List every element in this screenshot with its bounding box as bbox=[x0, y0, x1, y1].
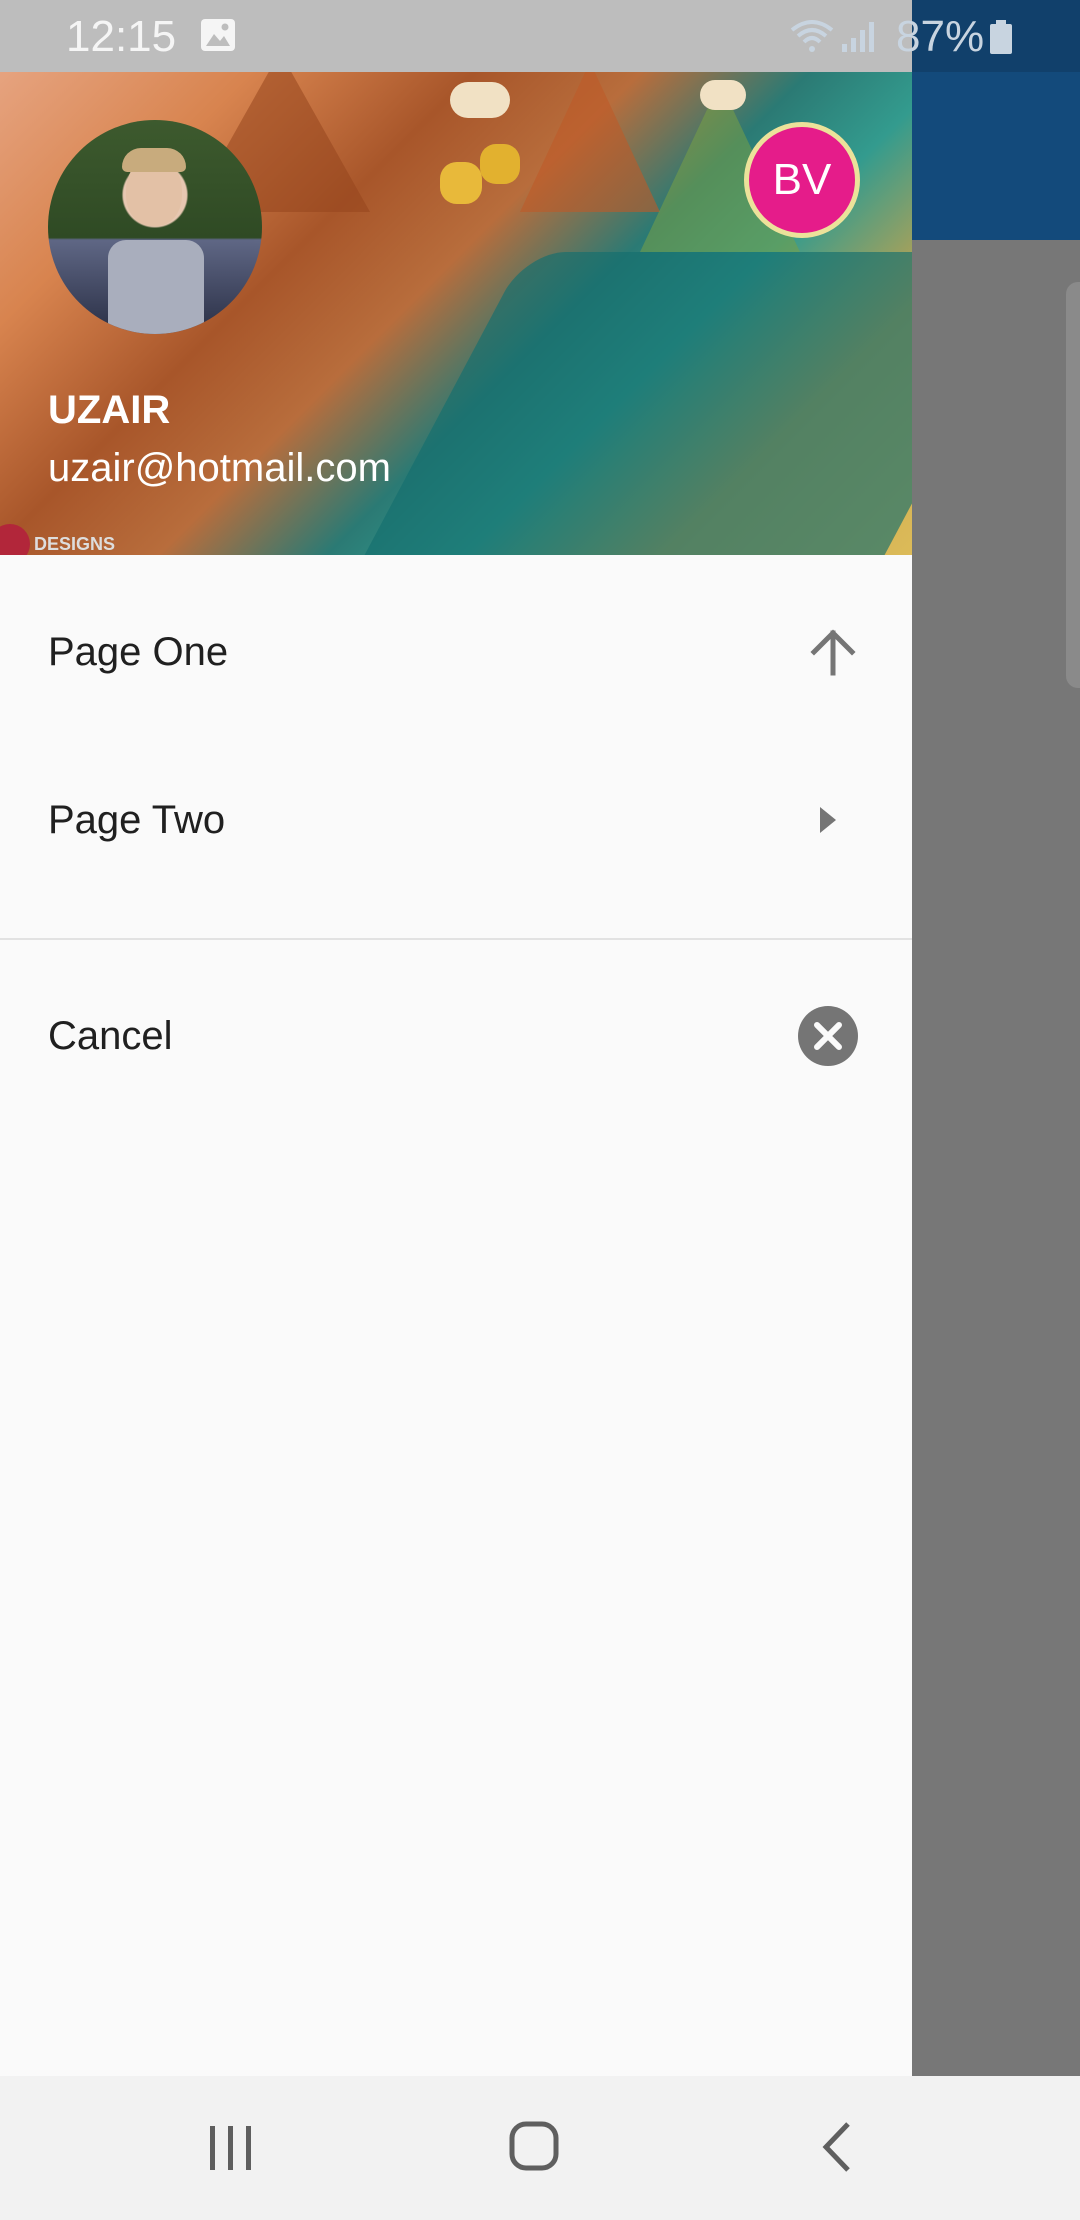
watermark-logo bbox=[0, 524, 30, 555]
menu-item-label: Page One bbox=[48, 629, 229, 674]
status-bar: 12:15 bbox=[0, 0, 912, 72]
battery-percentage: 87% bbox=[896, 12, 985, 61]
back-icon[interactable] bbox=[818, 2120, 854, 2174]
header-background-cloud bbox=[700, 80, 746, 110]
header-background-river bbox=[334, 252, 912, 555]
image-notification-icon bbox=[201, 19, 235, 51]
menu-item-page-one[interactable]: Page One bbox=[0, 568, 912, 736]
watermark-text: DESIGNS bbox=[34, 534, 116, 554]
other-account-avatar[interactable]: BV bbox=[744, 122, 860, 238]
avatar-hair bbox=[122, 148, 186, 172]
status-time: 12:15 bbox=[66, 12, 177, 61]
other-account-initials: BV bbox=[772, 155, 832, 204]
battery-icon bbox=[990, 20, 1012, 54]
cancel-icon bbox=[798, 1006, 858, 1066]
signal-icon bbox=[842, 22, 874, 52]
account-avatar[interactable] bbox=[48, 120, 262, 334]
drawer-header: BV UZAIR uzair@hotmail.com DESIGNS bbox=[0, 72, 912, 555]
header-background-cloud bbox=[450, 82, 510, 118]
menu-item-cancel[interactable]: Cancel bbox=[0, 952, 912, 1120]
menu-item-page-two[interactable]: Page Two bbox=[0, 736, 912, 904]
avatar-shirt bbox=[108, 240, 204, 334]
menu-item-label: Page Two bbox=[48, 797, 226, 842]
menu-item-label: Cancel bbox=[48, 1013, 173, 1058]
arrow-right-icon bbox=[820, 807, 836, 833]
home-icon[interactable] bbox=[508, 2120, 560, 2172]
system-nav-bar bbox=[0, 2076, 1080, 2220]
recents-icon[interactable] bbox=[206, 2122, 256, 2174]
account-email: uzair@hotmail.com bbox=[48, 446, 391, 490]
header-background-rock bbox=[480, 144, 520, 184]
header-background-rock bbox=[440, 162, 482, 204]
background-card bbox=[1066, 282, 1080, 688]
navigation-drawer: BV UZAIR uzair@hotmail.com DESIGNS Page … bbox=[0, 72, 912, 2076]
menu-divider bbox=[0, 938, 912, 940]
account-name: UZAIR bbox=[48, 388, 171, 432]
arrow-up-icon bbox=[810, 629, 856, 676]
wifi-icon bbox=[790, 20, 834, 52]
header-background-shape bbox=[520, 72, 660, 212]
status-right: 87% bbox=[790, 0, 1080, 72]
